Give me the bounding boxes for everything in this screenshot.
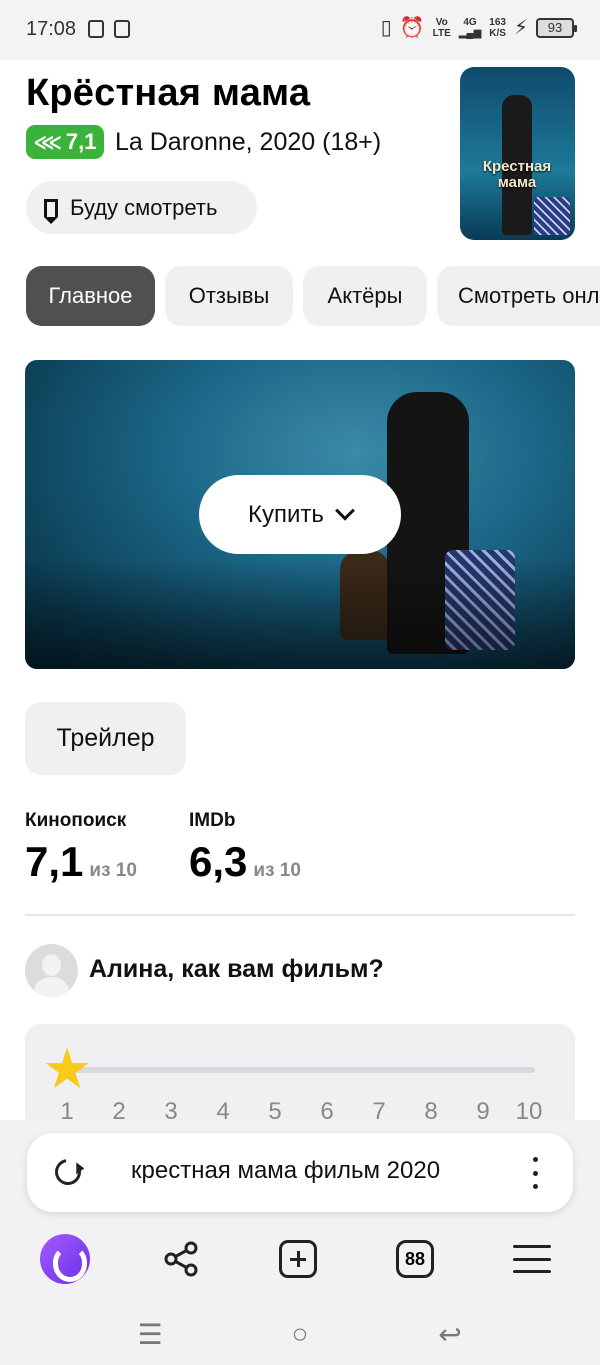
watch-later-label: Буду смотреть bbox=[70, 194, 218, 220]
rate-question: Алина, как вам фильм? bbox=[89, 955, 384, 983]
app-notification-icon bbox=[88, 20, 104, 38]
notification-icons bbox=[88, 20, 130, 38]
volte-icon: Vo LTE bbox=[433, 17, 451, 39]
score-max: из 10 bbox=[253, 860, 301, 881]
screen-notification-icon bbox=[114, 20, 130, 38]
home-icon[interactable]: ○ bbox=[280, 1318, 320, 1350]
volte-bottom: LTE bbox=[432, 28, 451, 39]
rating-scale: ★ 1 2 3 4 5 6 7 8 9 10 bbox=[25, 1024, 575, 1134]
search-query[interactable]: крестная мама фильм 2020 bbox=[131, 1157, 440, 1185]
tab-watch-online[interactable]: Смотреть онлайн bbox=[437, 266, 600, 326]
new-tab-icon bbox=[279, 1240, 317, 1278]
signal-label: 4G bbox=[463, 17, 477, 28]
battery-icon: 93 bbox=[536, 18, 577, 38]
tab-reviews[interactable]: Отзывы bbox=[165, 266, 293, 326]
hero-shade bbox=[25, 559, 575, 669]
buy-label: Купить bbox=[248, 500, 324, 528]
poster-bag bbox=[534, 197, 570, 235]
alice-button[interactable] bbox=[39, 1233, 91, 1285]
recent-apps-icon[interactable]: ☰ bbox=[130, 1318, 170, 1351]
poster-title-text: Крестная мама bbox=[482, 158, 552, 191]
score-source: IMDb bbox=[189, 810, 236, 831]
star-icon[interactable]: ★ bbox=[42, 1041, 92, 1097]
net-speed-unit: K/S bbox=[489, 28, 506, 39]
kinopoisk-logo-icon: ⋘ bbox=[33, 131, 62, 154]
tab-main[interactable]: Главное bbox=[26, 266, 155, 326]
back-icon[interactable]: ↩ bbox=[430, 1318, 470, 1351]
tab-actors[interactable]: Актёры bbox=[303, 266, 427, 326]
chevron-down-icon bbox=[335, 500, 355, 521]
menu-icon bbox=[513, 1245, 551, 1273]
score-imdb: IMDb 6,3 из 10 bbox=[189, 810, 301, 886]
vibrate-icon: ▯ bbox=[380, 17, 392, 39]
tabs-icon: 88 bbox=[396, 1240, 434, 1278]
rating-track[interactable] bbox=[69, 1067, 535, 1073]
divider bbox=[25, 914, 575, 916]
volte-top: Vo bbox=[435, 17, 448, 28]
search-bar[interactable]: крестная мама фильм 2020 bbox=[27, 1133, 573, 1212]
status-bar: 17:08 ▯ ⏰ Vo LTE 4G ▂▄▆ 163 K/S ⚡ 93 bbox=[0, 0, 600, 60]
movie-poster[interactable]: Крестная мама bbox=[460, 67, 575, 240]
score-value: 6,3 bbox=[189, 838, 248, 885]
movie-title: Крёстная мама bbox=[26, 72, 311, 114]
browser-toolbar: 88 bbox=[0, 1230, 600, 1290]
score-value: 7,1 bbox=[25, 838, 84, 885]
share-button[interactable] bbox=[155, 1233, 207, 1285]
score-kinopoisk: Кинопоиск 7,1 из 10 bbox=[25, 810, 137, 886]
movie-original-title: La Daronne, 2020 (18+) bbox=[115, 128, 382, 156]
system-navigation: ☰ ○ ↩ bbox=[0, 1300, 600, 1365]
trailer-button[interactable]: Трейлер bbox=[25, 702, 186, 775]
score-source: Кинопоиск bbox=[25, 810, 127, 831]
tabs-button[interactable]: 88 bbox=[389, 1233, 441, 1285]
status-time: 17:08 bbox=[26, 18, 77, 40]
menu-button[interactable] bbox=[506, 1233, 558, 1285]
alice-icon bbox=[40, 1234, 90, 1284]
status-indicators: ▯ ⏰ Vo LTE 4G ▂▄▆ 163 K/S ⚡ 93 bbox=[380, 16, 577, 40]
reload-icon[interactable] bbox=[49, 1153, 87, 1191]
net-speed: 163 K/S bbox=[489, 17, 506, 39]
hero-image: Купить bbox=[25, 360, 575, 669]
share-icon bbox=[164, 1241, 198, 1277]
signal-icon: 4G ▂▄▆ bbox=[458, 17, 482, 39]
avatar bbox=[25, 944, 78, 997]
bookmark-icon bbox=[44, 198, 58, 217]
kinopoisk-rating-badge: ⋘ 7,1 bbox=[26, 125, 104, 159]
charging-icon: ⚡ bbox=[513, 17, 528, 39]
net-speed-value: 163 bbox=[489, 17, 506, 28]
score-max: из 10 bbox=[89, 860, 137, 881]
new-tab-button[interactable] bbox=[272, 1233, 324, 1285]
more-icon[interactable] bbox=[533, 1157, 539, 1189]
section-tabs: Главное Отзывы Актёры Смотреть онлайн bbox=[26, 266, 600, 326]
buy-button[interactable]: Купить bbox=[199, 475, 401, 554]
alarm-icon: ⏰ bbox=[399, 17, 425, 39]
watch-later-button[interactable]: Буду смотреть bbox=[26, 181, 257, 234]
rating-badge-value: 7,1 bbox=[65, 129, 97, 154]
